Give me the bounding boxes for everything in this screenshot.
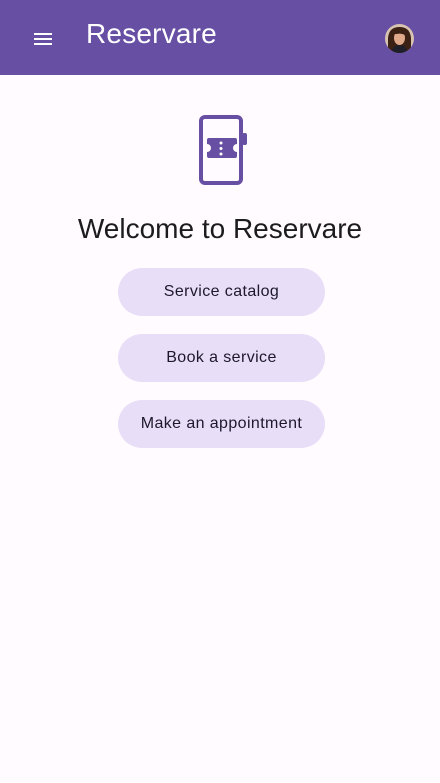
booking-ticket-phone-icon — [199, 115, 247, 185]
service-catalog-button[interactable]: Service catalog — [118, 268, 325, 316]
welcome-heading: Welcome to Reservare — [77, 213, 363, 244]
user-avatar-icon — [385, 24, 414, 53]
make-appointment-button[interactable]: Make an appointment — [118, 400, 325, 448]
avatar[interactable] — [385, 24, 414, 53]
menu-button[interactable] — [22, 18, 64, 60]
app-title: Reservare — [86, 18, 217, 49]
hamburger-menu-icon — [34, 33, 52, 45]
top-app-bar: Reservare — [0, 0, 440, 75]
book-service-button[interactable]: Book a service — [118, 334, 325, 382]
